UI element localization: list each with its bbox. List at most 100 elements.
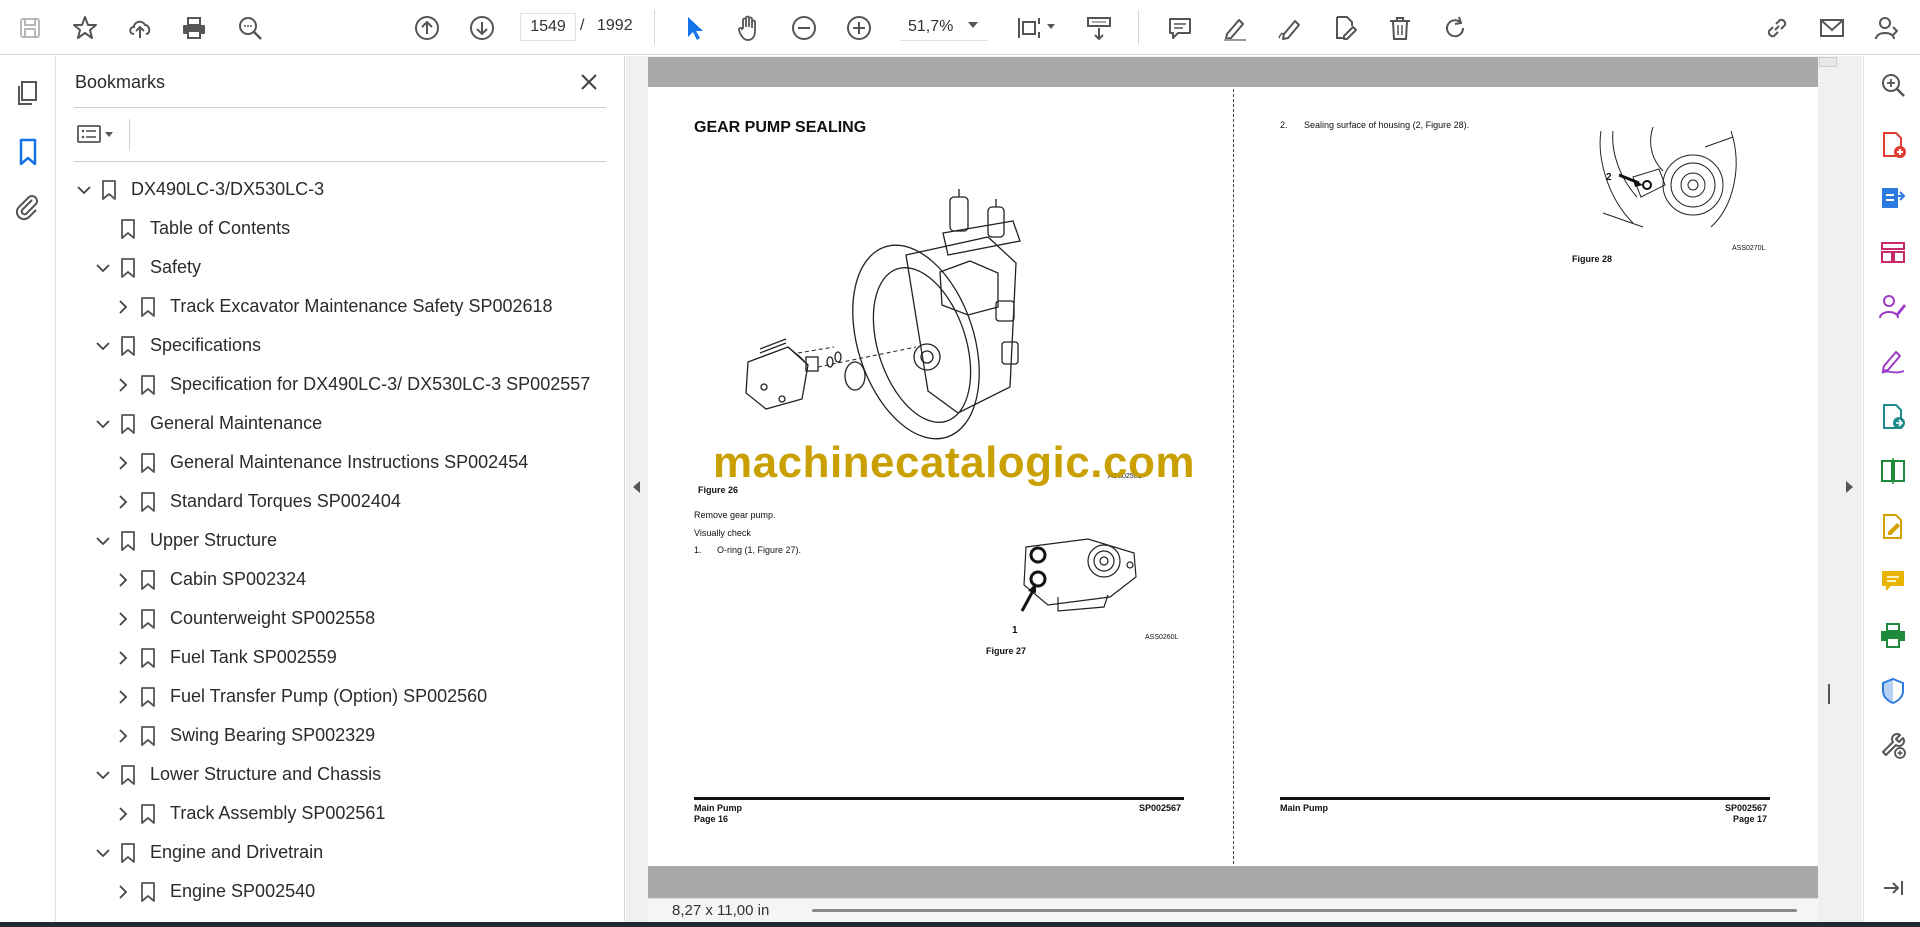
hand-tool-icon[interactable] [732,11,766,45]
chevron-right-icon[interactable] [114,454,132,472]
scroll-mode-icon[interactable] [1082,11,1116,45]
link-icon[interactable] [1760,11,1794,45]
bookmark-item[interactable]: Specifications [94,326,261,365]
edit-text-icon[interactable] [1328,11,1362,45]
chevron-down-icon[interactable] [94,766,112,784]
request-signatures-icon[interactable] [1878,292,1908,322]
previous-page-icon[interactable] [410,11,444,45]
bookmark-item[interactable]: Cabin SP002324 [114,560,306,599]
bookmark-item[interactable]: Fuel Transfer Pump (Option) SP002560 [114,677,487,716]
fill-sign-icon[interactable] [1878,346,1908,376]
next-page-icon[interactable] [465,11,499,45]
print-production-icon[interactable] [1878,621,1908,651]
bookmark-options-button[interactable] [75,120,119,148]
send-review-icon[interactable] [1878,402,1908,432]
chevron-right-icon[interactable] [114,727,132,745]
chevron-right-icon[interactable] [114,805,132,823]
compare-files-icon[interactable] [1878,456,1908,486]
chevron-down-icon[interactable] [94,844,112,862]
chevron-down-icon[interactable] [968,22,978,28]
total-pages: 1992 [597,17,633,34]
find-zoom-icon[interactable] [233,11,267,45]
chevron-right-icon[interactable] [114,649,132,667]
share-upload-icon[interactable] [123,11,157,45]
chevron-right-icon[interactable] [114,493,132,511]
bookmark-item[interactable]: Engine and Drivetrain [94,833,323,872]
toolbar-divider [654,10,655,45]
bookmark-item[interactable]: Table of Contents [94,209,290,248]
search-zoom-icon[interactable] [1878,70,1908,100]
more-tools-icon[interactable] [1878,730,1908,760]
page-fit-icon[interactable] [1012,11,1046,45]
bookmark-item[interactable]: Track Excavator Maintenance Safety SP002… [114,287,553,326]
bookmark-item[interactable]: Standard Torques SP002404 [114,482,401,521]
close-icon[interactable] [577,70,601,94]
chevron-right-icon[interactable] [114,883,132,901]
create-pdf-icon[interactable] [1878,130,1908,160]
collapse-left-panel-icon[interactable] [631,480,641,494]
bookmark-label: General Maintenance Instructions SP00245… [170,452,529,472]
account-icon[interactable] [1870,11,1904,45]
comment-icon[interactable] [1163,11,1197,45]
bookmark-item[interactable]: Lower Structure and Chassis [94,755,381,794]
list-item-number: 1. [694,545,702,555]
chevron-right-icon[interactable] [114,610,132,628]
comment-tool-icon[interactable] [1878,566,1908,596]
bookmark-label: Track Excavator Maintenance Safety SP002… [170,296,553,316]
bookmark-icon [140,881,156,903]
bookmark-item[interactable]: General Maintenance [94,404,322,443]
chevron-right-icon[interactable] [114,298,132,316]
list-item-sealing-surface: Sealing surface of housing (2, Figure 28… [1304,120,1470,130]
bookmark-item[interactable]: Specification for DX490LC-3/ DX530LC-3 S… [114,365,590,404]
chevron-right-icon[interactable] [114,571,132,589]
export-pdf-icon[interactable] [1878,184,1908,214]
organize-pages-icon[interactable] [1878,238,1908,268]
bookmark-tree: DX490LC-3/DX530LC-3 Table of Contents Safe… [57,170,597,922]
bookmarks-panel-icon[interactable] [12,136,44,168]
chevron-down-icon[interactable] [94,337,112,355]
bookmark-label: Safety [150,257,202,277]
highlight-pen-icon[interactable] [1218,11,1252,45]
bookmark-item[interactable]: Upper Structure [94,521,277,560]
left-navigation-rail [0,56,56,922]
collapse-tools-pane-icon[interactable] [1878,873,1908,903]
chevron-right-icon[interactable] [114,688,132,706]
bookmark-item[interactable]: Safety [94,248,201,287]
page-fit-dropdown-icon[interactable] [1047,24,1055,29]
chevron-right-icon[interactable] [114,376,132,394]
attachments-icon[interactable] [12,191,44,223]
edit-pdf-icon[interactable] [1878,512,1908,542]
chevron-down-icon[interactable] [94,259,112,277]
page-thumbnails-icon[interactable] [12,78,44,110]
print-icon[interactable] [177,11,211,45]
collapse-right-panel-icon[interactable] [1845,480,1855,494]
bookmark-item[interactable]: General Maintenance Instructions SP00245… [114,443,528,482]
vertical-scrollbar-grip[interactable] [1828,684,1830,704]
bookmark-item[interactable]: DX490LC-3/DX530LC-3 [75,170,324,209]
bookmark-item[interactable]: Fuel Tank SP002559 [114,638,337,677]
zoom-in-icon[interactable] [842,11,876,45]
star-icon[interactable] [68,11,102,45]
horizontal-scrollbar[interactable] [812,909,1797,912]
bookmark-item[interactable]: Counterweight SP002558 [114,599,375,638]
bookmark-item[interactable]: Engine SP002540 [114,872,315,911]
bookmark-icon [101,179,117,201]
chevron-down-icon[interactable] [75,181,93,199]
save-icon[interactable] [13,11,47,45]
email-icon[interactable] [1815,11,1849,45]
bookmark-item[interactable]: Swing Bearing SP002329 [114,716,375,755]
bookmark-item[interactable]: Track Assembly SP002561 [114,794,385,833]
protect-shield-icon[interactable] [1878,676,1908,706]
delete-icon[interactable] [1383,11,1417,45]
select-cursor-icon[interactable] [677,11,711,45]
chevron-down-icon[interactable] [94,532,112,550]
page-number-input[interactable] [520,13,576,41]
footer-rule [694,797,1184,800]
redo-icon[interactable] [1438,11,1472,45]
draw-pen-icon[interactable] [1273,11,1307,45]
housing-sealing-surface-figure [1593,127,1743,237]
chevron-down-icon[interactable] [94,415,112,433]
vertical-scrollbar-thumb[interactable] [1819,57,1837,67]
footer-section-title: Main Pump [694,803,743,813]
zoom-out-icon[interactable] [787,11,821,45]
